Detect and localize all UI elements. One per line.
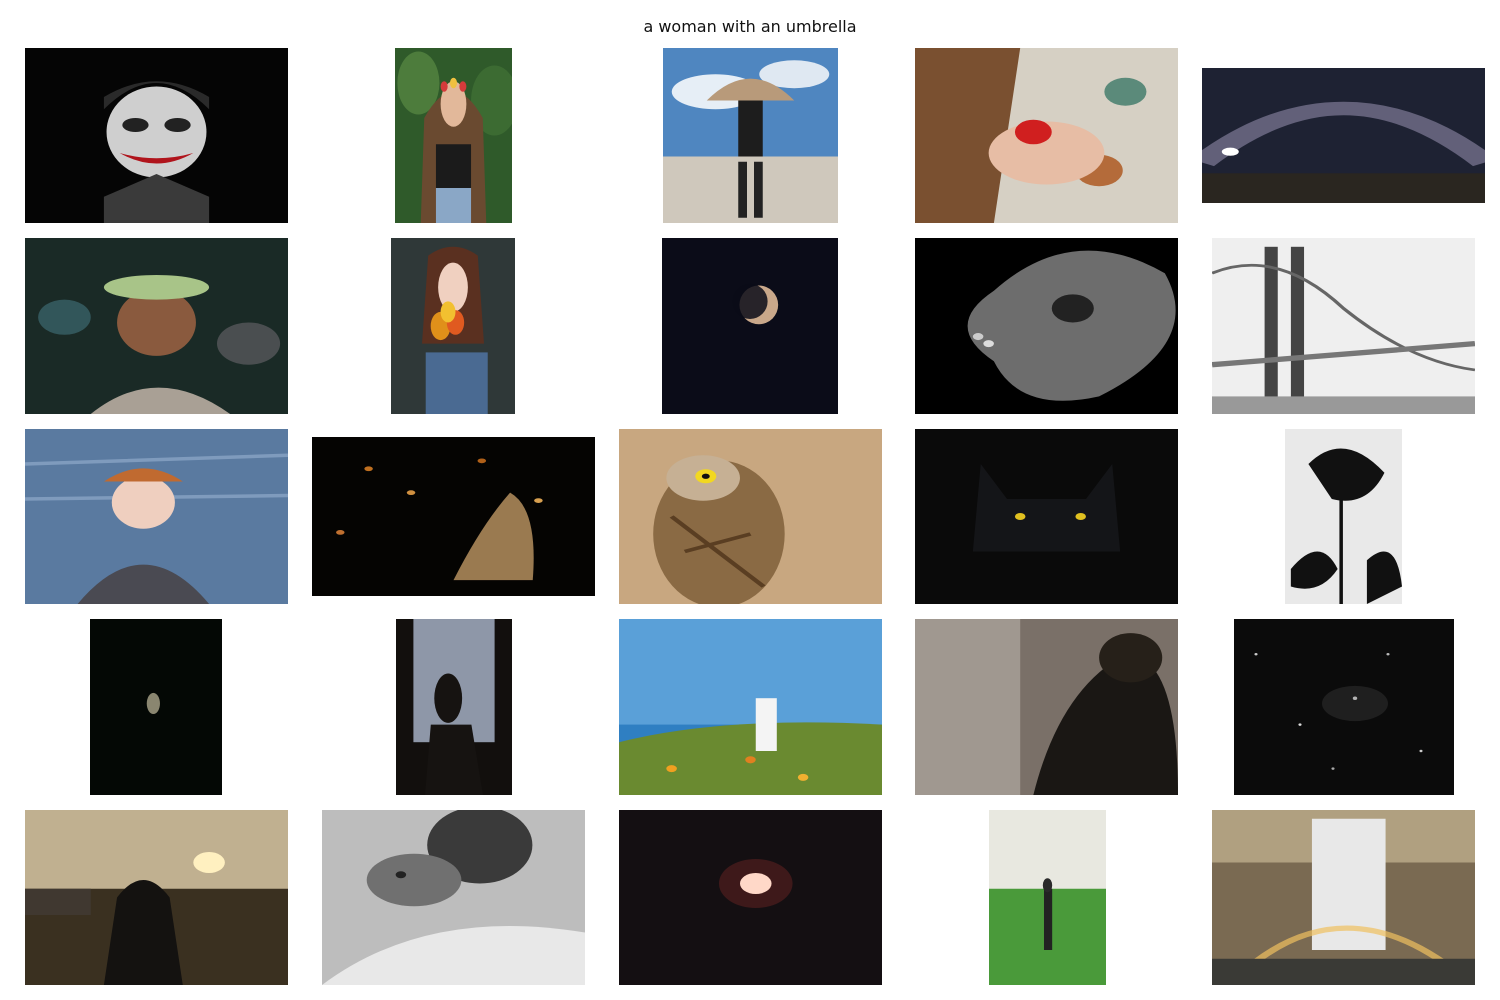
result-image-girl-flower-crown-forest[interactable]	[395, 48, 512, 223]
result-image-woman-holding-cat[interactable]	[322, 810, 585, 985]
result-image-woman-with-fairy-lights[interactable]	[312, 437, 595, 596]
result-image-art	[915, 619, 1178, 795]
result-image-art	[322, 810, 585, 985]
result-image-art	[25, 48, 288, 223]
result-image-art	[915, 238, 1178, 414]
result-image-art	[1212, 810, 1475, 985]
result-image-monstera-leaf[interactable]	[1285, 429, 1402, 604]
result-image-art	[989, 810, 1106, 985]
result-image-art	[396, 619, 512, 795]
result-image-woman-with-bouquet[interactable]	[391, 238, 515, 414]
result-image-girl-flower-crown-night[interactable]	[25, 238, 288, 414]
result-image-art	[25, 429, 288, 604]
result-image-art	[391, 238, 515, 414]
result-image-silhouette-at-window[interactable]	[396, 619, 512, 795]
result-image-art	[395, 48, 512, 223]
result-image-art	[915, 429, 1178, 604]
result-image-art	[662, 238, 838, 414]
result-image-art	[1202, 68, 1485, 203]
result-image-person-in-green-field[interactable]	[989, 810, 1106, 985]
result-image-hand-holding-red-rose[interactable]	[915, 48, 1178, 223]
result-image-short-eared-owl[interactable]	[619, 429, 882, 604]
result-image-black-cat-yellow-eyes[interactable]	[915, 429, 1178, 604]
result-image-art	[312, 437, 595, 596]
result-image-man-by-rainy-window[interactable]	[915, 619, 1178, 795]
result-image-woman-in-flower-field[interactable]	[619, 619, 882, 795]
result-image-woman-with-snake-by-water[interactable]	[25, 429, 288, 604]
result-image-milky-way-panorama[interactable]	[1202, 68, 1485, 203]
result-image-waterfall-with-rainbow[interactable]	[1212, 810, 1475, 985]
result-image-woman-with-bubbles-sunset[interactable]	[25, 810, 288, 985]
result-image-art	[90, 619, 222, 795]
result-image-starry-night-sky[interactable]	[1234, 619, 1454, 795]
result-image-joker-face-portrait[interactable]	[25, 48, 288, 223]
result-image-foggy-golden-gate-bridge[interactable]	[1212, 238, 1475, 414]
result-image-partial-moon[interactable]	[662, 238, 838, 414]
result-image-art	[663, 48, 838, 223]
result-image-art	[1212, 238, 1475, 414]
result-image-solar-eclipse-glow[interactable]	[619, 810, 882, 985]
result-image-art	[1234, 619, 1454, 795]
result-image-art	[25, 238, 288, 414]
result-image-art	[1285, 429, 1402, 604]
result-image-art	[619, 429, 882, 604]
result-image-art	[619, 810, 882, 985]
result-image-hand-in-darkness[interactable]	[90, 619, 222, 795]
result-image-art	[915, 48, 1178, 223]
result-image-art	[25, 810, 288, 985]
result-image-black-white-hibiscus[interactable]	[915, 238, 1178, 414]
result-image-umbrella-reflection-sky[interactable]	[663, 48, 838, 223]
page-title: a woman with an umbrella	[643, 17, 857, 36]
result-image-art	[619, 619, 882, 795]
